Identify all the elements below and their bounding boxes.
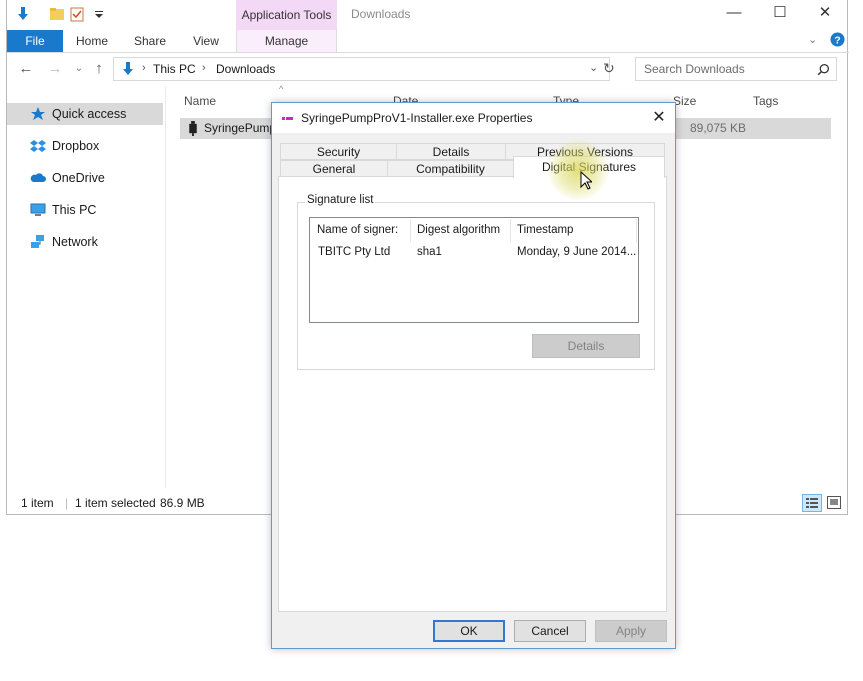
dialog-title: SyringePumpProV1-Installer.exe Propertie…	[301, 111, 533, 125]
expand-ribbon-icon[interactable]: ⌄	[808, 33, 817, 46]
nav-label: Network	[52, 235, 98, 249]
sort-ascending-icon: ^	[279, 84, 284, 94]
recent-locations-icon[interactable]: ⌄	[69, 60, 89, 78]
installer-icon	[282, 117, 293, 120]
breadcrumb-separator-icon: ›	[202, 62, 206, 74]
network-icon	[31, 235, 44, 248]
tab-view[interactable]: View	[183, 30, 229, 52]
apply-button[interactable]: Apply	[595, 620, 667, 642]
downloads-icon	[123, 62, 133, 75]
forward-button[interactable]: →	[45, 60, 65, 78]
tab-home[interactable]: Home	[69, 30, 115, 52]
application-tools-header: Application Tools	[236, 0, 337, 30]
list-header-digest[interactable]: Digest algorithm	[411, 219, 511, 242]
tab-security[interactable]: Security	[280, 143, 397, 160]
nav-item-dropbox[interactable]: Dropbox	[7, 135, 163, 157]
status-bar: 1 item | 1 item selected 86.9 MB	[21, 496, 205, 510]
maximize-button[interactable]: ☐	[760, 3, 800, 23]
tab-manage[interactable]: Manage	[236, 30, 337, 52]
address-bar[interactable]: › This PC › Downloads ⌄	[113, 57, 610, 81]
dialog-title-bar[interactable]: SyringePumpProV1-Installer.exe Propertie…	[272, 103, 675, 133]
dropbox-icon	[30, 140, 46, 152]
tab-share[interactable]: Share	[127, 30, 173, 52]
details-view-icon[interactable]	[802, 494, 822, 512]
computer-icon	[30, 203, 46, 216]
nav-item-network[interactable]: Network	[7, 231, 163, 253]
up-button[interactable]: ↑	[89, 60, 109, 78]
star-icon	[31, 107, 45, 120]
column-header-tags[interactable]: Tags	[753, 90, 778, 112]
list-header-signer[interactable]: Name of signer:	[311, 219, 411, 242]
nav-item-quick-access[interactable]: Quick access	[7, 103, 163, 125]
search-input[interactable]: Search Downloads	[635, 57, 837, 81]
properties-check-icon[interactable]	[69, 6, 85, 22]
file-name: SyringePump	[204, 121, 277, 135]
properties-dialog: SyringePumpProV1-Installer.exe Propertie…	[271, 102, 676, 649]
window-title: Downloads	[351, 7, 411, 21]
tab-file[interactable]: File	[7, 30, 63, 52]
nav-label: Quick access	[52, 107, 127, 121]
nav-label: This PC	[52, 203, 97, 217]
signature-group-label: Signature list	[305, 194, 376, 206]
cancel-button[interactable]: Cancel	[514, 620, 586, 642]
list-item[interactable]: TBITC Pty Ltd sha1 Monday, 9 June 2014..…	[311, 243, 637, 261]
signature-list[interactable]: Name of signer: Digest algorithm Timesta…	[309, 217, 639, 323]
address-dropdown-icon[interactable]: ⌄	[589, 61, 598, 74]
list-header-timestamp[interactable]: Timestamp	[511, 219, 637, 242]
minimize-button[interactable]: —	[714, 3, 754, 23]
dialog-close-button[interactable]: ✕	[648, 107, 670, 129]
nav-label: OneDrive	[52, 171, 105, 185]
status-selection: 1 item selected	[75, 496, 156, 510]
cloud-icon	[30, 173, 46, 182]
folder-icon[interactable]	[49, 6, 65, 22]
customize-dropdown-icon[interactable]	[91, 6, 107, 22]
cursor-highlight	[548, 140, 608, 200]
refresh-icon[interactable]: ↻	[603, 60, 615, 77]
nav-label: Dropbox	[52, 139, 100, 153]
breadcrumb-this-pc[interactable]: This PC	[153, 62, 196, 76]
breadcrumb-downloads[interactable]: Downloads	[216, 62, 275, 76]
ok-button[interactable]: OK	[433, 620, 505, 642]
signer-name: TBITC Pty Ltd	[318, 246, 391, 258]
nav-pane-divider	[165, 86, 166, 488]
column-header-name[interactable]: Name	[184, 90, 216, 112]
signature-group: Signature list Name of signer: Digest al…	[297, 194, 655, 370]
signature-timestamp: Monday, 9 June 2014...	[517, 246, 637, 258]
mouse-pointer-icon	[580, 171, 592, 190]
ribbon-divider	[7, 52, 849, 53]
status-divider: |	[65, 496, 69, 510]
download-arrow-icon[interactable]	[15, 6, 31, 22]
search-icon	[817, 63, 830, 76]
status-size: 86.9 MB	[160, 496, 205, 510]
digest-algorithm: sha1	[417, 246, 442, 258]
help-icon[interactable]: ?	[830, 32, 845, 47]
back-button[interactable]: ←	[16, 60, 36, 78]
nav-item-onedrive[interactable]: OneDrive	[7, 167, 163, 189]
large-icons-view-icon[interactable]	[827, 496, 841, 509]
nav-item-this-pc[interactable]: This PC	[7, 199, 163, 221]
close-window-button[interactable]: ✕	[805, 3, 845, 23]
tab-details[interactable]: Details	[396, 143, 506, 160]
signature-details-button[interactable]: Details	[532, 334, 640, 358]
breadcrumb-separator-icon: ›	[142, 62, 146, 74]
file-size: 89,075 KB	[690, 121, 747, 135]
status-item-count: 1 item	[21, 496, 54, 510]
tab-panel: Signature list Name of signer: Digest al…	[278, 176, 667, 612]
svg-text:?: ?	[834, 35, 840, 46]
column-header-size[interactable]: Size	[673, 90, 696, 112]
installer-file-icon	[189, 121, 197, 136]
